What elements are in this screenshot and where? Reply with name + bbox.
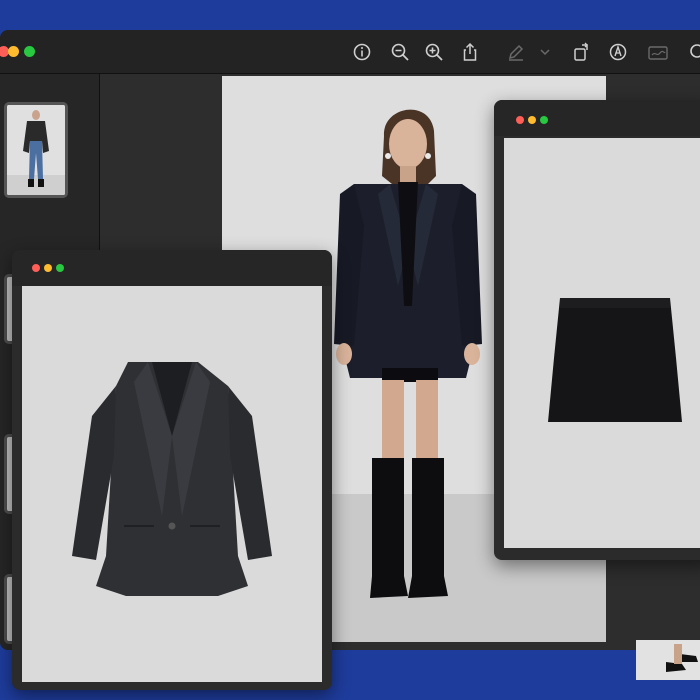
signature-icon[interactable] [648, 42, 670, 62]
skirt-illustration [548, 298, 682, 422]
annotate-icon[interactable] [608, 42, 628, 62]
zoom-out-icon[interactable] [390, 42, 410, 62]
minimize-button[interactable] [528, 116, 536, 124]
close-button[interactable] [516, 116, 524, 124]
skirt-product-image [504, 138, 700, 548]
share-icon[interactable] [460, 42, 480, 62]
blazer-window[interactable] [12, 250, 332, 690]
close-button[interactable] [32, 264, 40, 272]
window-toolbar [0, 30, 700, 74]
rotate-icon[interactable] [572, 42, 592, 62]
zoom-in-icon[interactable] [424, 42, 444, 62]
zoom-button[interactable] [540, 116, 548, 124]
zoom-button[interactable] [56, 264, 64, 272]
window-titlebar[interactable] [494, 100, 700, 136]
markup-pen-icon[interactable] [506, 42, 526, 62]
blazer-product-image [22, 286, 322, 682]
skirt-window[interactable] [494, 100, 700, 560]
thumbnail-model-denim[interactable] [4, 102, 68, 198]
search-icon[interactable] [688, 42, 700, 62]
minimize-button[interactable] [8, 46, 19, 57]
info-icon[interactable] [352, 42, 372, 62]
chevron-down-icon[interactable] [538, 42, 552, 62]
zoom-button[interactable] [24, 46, 35, 57]
minimize-button[interactable] [44, 264, 52, 272]
window-titlebar[interactable] [12, 250, 332, 286]
blazer-illustration [72, 362, 272, 596]
shoe-photo-peek [636, 640, 700, 680]
